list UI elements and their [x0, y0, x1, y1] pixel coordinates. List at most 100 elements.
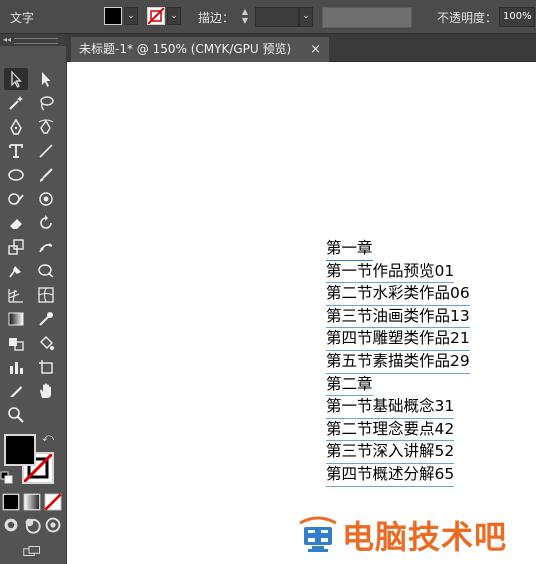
zoom-magnifier-icon — [8, 407, 24, 423]
live-paint-bucket-tool[interactable] — [34, 332, 58, 354]
selected-text-frame[interactable]: 第一章 第一节作品预览01 第二节水彩类作品06 第三节油画类作品13 第四节雕… — [326, 238, 470, 487]
eyedropper-tool[interactable] — [34, 308, 58, 330]
tools-panel: ◂◂ ⤺ — [0, 34, 67, 564]
paintbrush-tool[interactable] — [34, 164, 58, 186]
lasso-icon — [40, 96, 54, 111]
text-line[interactable]: 第二节理念要点42 — [326, 419, 455, 442]
line-segment-tool[interactable] — [34, 140, 58, 162]
rotate-tool[interactable] — [34, 212, 58, 234]
type-tool-label: 文字 — [10, 11, 35, 25]
stroke-weight-dropdown[interactable]: ⌄ — [299, 7, 313, 27]
puppet-warp-icon — [39, 243, 53, 253]
stroke-weight-spinner[interactable]: ▲ ▼ — [238, 7, 252, 27]
draw-behind-icon — [25, 518, 41, 534]
tools-panel-header[interactable]: ◂◂ — [0, 34, 66, 46]
pen-tool[interactable] — [4, 116, 28, 138]
artboard-canvas[interactable]: 第一章 第一节作品预览01 第二节水彩类作品06 第三节油画类作品13 第四节雕… — [67, 62, 536, 564]
none-mode-button[interactable] — [44, 493, 62, 511]
stroke-label: 描边： — [198, 11, 235, 25]
draw-inside-icon — [45, 517, 61, 533]
text-line[interactable]: 第三节深入讲解52 — [326, 441, 455, 464]
text-line[interactable]: 第四节雕塑类作品21 — [326, 328, 470, 351]
artboard-tool[interactable] — [34, 356, 58, 378]
zoom-tool[interactable] — [4, 404, 28, 426]
blob-brush-tool[interactable] — [34, 188, 58, 210]
text-line[interactable]: 第三节油画类作品13 — [326, 306, 470, 329]
rotate-icon — [40, 215, 52, 229]
gradient-mode-button[interactable] — [23, 493, 41, 511]
fill-dropdown-button[interactable]: ⌄ — [124, 7, 138, 25]
text-line[interactable]: 第一节基础概念31 — [326, 396, 455, 419]
scale-icon — [8, 239, 24, 255]
screen-mode-icon — [23, 546, 40, 556]
mesh-tool[interactable] — [34, 284, 58, 306]
shaper-tool[interactable] — [4, 188, 28, 210]
default-colors-icon[interactable] — [0, 471, 14, 485]
screen-mode-button[interactable] — [18, 542, 46, 560]
color-mode-button[interactable] — [2, 493, 20, 511]
magic-wand-tool[interactable] — [4, 92, 28, 114]
stroke-weight-input[interactable] — [255, 7, 299, 27]
selection-tool[interactable] — [4, 68, 28, 90]
direct-selection-tool[interactable] — [34, 68, 58, 90]
eyedropper-icon — [39, 312, 53, 326]
perspective-grid-tool[interactable] — [4, 284, 28, 306]
gradient-icon — [8, 312, 24, 326]
ellipse-icon — [8, 169, 24, 181]
variable-width-profile[interactable] — [322, 7, 412, 28]
type-tool[interactable] — [4, 140, 28, 162]
gradient-tool[interactable] — [4, 308, 28, 330]
panel-grip[interactable] — [14, 38, 58, 44]
fill-color-swatch[interactable] — [104, 7, 122, 25]
solid-color-icon — [2, 493, 20, 511]
text-line[interactable]: 第四节概述分解65 — [326, 464, 455, 487]
width-pin-icon — [9, 266, 21, 278]
draw-inside-button[interactable] — [44, 516, 62, 534]
text-line[interactable]: 第二章 — [326, 374, 373, 397]
slice-tool[interactable] — [4, 380, 28, 402]
stroke-color-swatch[interactable] — [147, 7, 165, 25]
column-graph-tool[interactable] — [4, 356, 28, 378]
computer-logo-icon — [299, 516, 337, 552]
no-stroke-icon — [148, 8, 164, 24]
text-line[interactable]: 第一章 — [326, 238, 373, 261]
document-tab-label: 未标题-1* @ 150% (CMYK/GPU 预览) — [79, 42, 292, 56]
pen-icon — [10, 118, 22, 135]
draw-behind-button[interactable] — [23, 516, 41, 534]
collapse-icon[interactable]: ◂◂ — [3, 35, 11, 44]
fill-color-box[interactable] — [4, 434, 36, 466]
hand-tool[interactable] — [34, 380, 58, 402]
width-tool[interactable] — [4, 260, 28, 282]
gradient-swatch-icon — [23, 493, 41, 511]
eraser-tool[interactable] — [4, 212, 28, 234]
free-transform-icon — [38, 264, 54, 278]
hand-icon — [40, 383, 51, 398]
magic-wand-icon — [9, 96, 23, 110]
swap-fill-stroke-icon[interactable]: ⤺ — [40, 430, 56, 446]
direct-selection-arrow-icon — [42, 72, 51, 87]
blend-icon — [9, 338, 24, 351]
watermark: 电脑技术吧 — [294, 512, 507, 558]
draw-normal-button[interactable] — [2, 516, 20, 534]
eraser-icon — [10, 219, 22, 229]
text-line[interactable]: 第一节作品预览01 — [326, 261, 455, 284]
slice-knife-icon — [10, 386, 22, 397]
free-transform-tool[interactable] — [34, 260, 58, 282]
ellipse-tool[interactable] — [4, 164, 28, 186]
opacity-input[interactable]: 100% — [499, 7, 535, 27]
mesh-icon — [38, 287, 54, 303]
close-tab-icon[interactable]: × — [310, 37, 321, 62]
text-line[interactable]: 第五节素描类作品29 — [326, 351, 470, 374]
document-tab[interactable]: 未标题-1* @ 150% (CMYK/GPU 预览) × — [71, 37, 329, 62]
curvature-tool[interactable] — [34, 116, 58, 138]
stroke-dropdown-button[interactable]: ⌄ — [167, 7, 181, 25]
watermark-text: 电脑技术吧 — [342, 518, 508, 556]
none-swatch-icon — [44, 493, 62, 511]
puppet-warp-tool[interactable] — [34, 236, 58, 258]
draw-normal-icon — [4, 518, 18, 532]
text-line[interactable]: 第二节水彩类作品06 — [326, 283, 470, 306]
scale-tool[interactable] — [4, 236, 28, 258]
artboard-icon — [39, 360, 53, 374]
blend-tool[interactable] — [4, 332, 28, 354]
lasso-tool[interactable] — [34, 92, 58, 114]
